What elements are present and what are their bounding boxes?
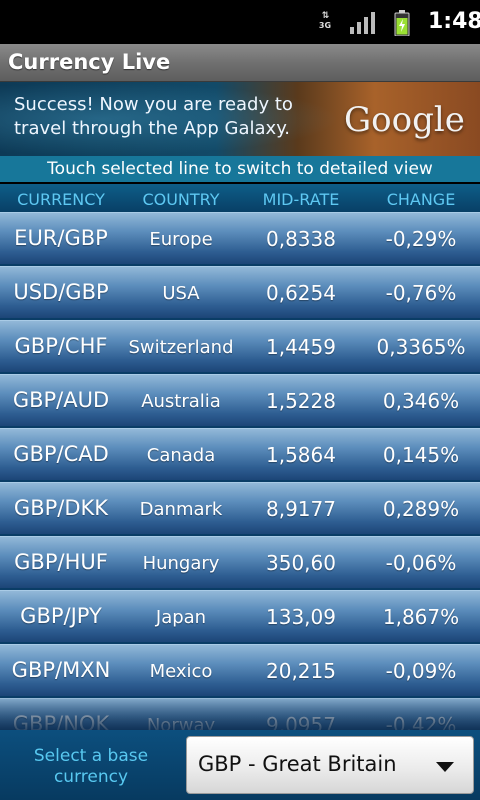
currency-pair: GBP/CAD bbox=[13, 442, 109, 466]
country: Norway bbox=[146, 715, 216, 730]
currency-pair: USD/GBP bbox=[13, 280, 109, 304]
dropdown-arrow-icon bbox=[436, 762, 454, 772]
table-row[interactable]: GBP/CHF Switzerland 1,4459 0,3365% bbox=[0, 320, 480, 372]
table-row[interactable]: EUR/GBP Europe 0,8338 -0,29% bbox=[0, 212, 480, 264]
country: Switzerland bbox=[128, 337, 234, 358]
mid-rate: 133,09 bbox=[266, 605, 336, 629]
clock: 1:48 bbox=[428, 9, 480, 34]
ad-banner[interactable]: Success! Now you are ready to travel thr… bbox=[0, 82, 480, 156]
currency-pair: EUR/GBP bbox=[14, 226, 108, 250]
country: Mexico bbox=[149, 661, 213, 682]
base-currency-select[interactable]: GBP - Great Britain bbox=[186, 736, 474, 794]
google-logo: Google bbox=[344, 100, 465, 140]
table-row[interactable]: GBP/AUD Australia 1,5228 0,346% bbox=[0, 374, 480, 426]
change: -0,09% bbox=[385, 659, 457, 683]
country: Europe bbox=[149, 229, 213, 250]
battery-charging-icon bbox=[394, 10, 410, 36]
change: -0,06% bbox=[385, 551, 457, 575]
mid-rate: 1,4459 bbox=[266, 335, 336, 359]
base-currency-label: Select a base currency bbox=[33, 746, 149, 787]
mid-rate: 0,6254 bbox=[266, 281, 336, 305]
column-header-currency: CURRENCY bbox=[17, 190, 105, 209]
table-row[interactable]: GBP/HUF Hungary 350,60 -0,06% bbox=[0, 536, 480, 588]
column-header-mid-rate: MID-RATE bbox=[262, 190, 340, 209]
table-row[interactable]: USD/GBP USA 0,6254 -0,76% bbox=[0, 266, 480, 318]
mid-rate: 1,5228 bbox=[266, 389, 336, 413]
change: 0,289% bbox=[382, 497, 460, 521]
mid-rate: 20,215 bbox=[266, 659, 336, 683]
change: 1,867% bbox=[382, 605, 460, 629]
currency-pair: GBP/DKK bbox=[13, 496, 109, 520]
currency-list[interactable]: EUR/GBP Europe 0,8338 -0,29% USD/GBP USA… bbox=[0, 212, 480, 730]
country: USA bbox=[162, 283, 200, 304]
table-row[interactable]: GBP/CAD Canada 1,5864 0,145% bbox=[0, 428, 480, 480]
app-title-bar: Currency Live bbox=[0, 44, 480, 82]
change: 0,145% bbox=[382, 443, 460, 467]
table-row[interactable]: GBP/DKK Danmark 8,9177 0,289% bbox=[0, 482, 480, 534]
country: Japan bbox=[155, 607, 207, 628]
change: -0,76% bbox=[385, 281, 457, 305]
currency-pair: GBP/HUF bbox=[14, 550, 108, 574]
base-currency-value: GBP - Great Britain bbox=[198, 752, 397, 776]
currency-pair: GBP/MXN bbox=[11, 658, 111, 682]
country: Hungary bbox=[142, 553, 220, 574]
data-network-icon: ⇅ 3G bbox=[318, 11, 332, 31]
detail-view-hint: Touch selected line to switch to detaile… bbox=[0, 156, 480, 182]
column-header-country: COUNTRY bbox=[142, 190, 220, 209]
mid-rate: 8,9177 bbox=[266, 497, 336, 521]
mid-rate: 1,5864 bbox=[266, 443, 336, 467]
currency-pair: GBP/NOK bbox=[12, 712, 110, 730]
mid-rate: 0,8338 bbox=[266, 227, 336, 251]
column-header-change: CHANGE bbox=[386, 190, 456, 209]
app-title: Currency Live bbox=[8, 50, 171, 74]
change: 0,3365% bbox=[376, 335, 466, 359]
currency-pair: GBP/AUD bbox=[12, 388, 110, 412]
table-row[interactable]: GBP/MXN Mexico 20,215 -0,09% bbox=[0, 644, 480, 696]
country: Danmark bbox=[139, 499, 223, 520]
currency-pair: GBP/CHF bbox=[14, 334, 108, 358]
currency-pair: GBP/JPY bbox=[20, 604, 102, 628]
mid-rate: 350,60 bbox=[266, 551, 336, 575]
change: -0,42% bbox=[385, 713, 457, 730]
base-currency-bar: Select a base currency GBP - Great Brita… bbox=[0, 730, 480, 800]
change: -0,29% bbox=[385, 227, 457, 251]
table-row[interactable]: GBP/NOK Norway 9,0957 -0,42% bbox=[0, 698, 480, 730]
country: Canada bbox=[146, 445, 216, 466]
status-bar: ⇅ 3G 1:48 bbox=[0, 0, 480, 44]
table-header: CURRENCY COUNTRY MID-RATE CHANGE bbox=[0, 184, 480, 212]
mid-rate: 9,0957 bbox=[266, 713, 336, 730]
signal-bars-icon bbox=[350, 12, 375, 34]
ad-banner-text: Success! Now you are ready to travel thr… bbox=[14, 94, 293, 139]
change: 0,346% bbox=[382, 389, 460, 413]
country: Australia bbox=[141, 391, 221, 412]
table-row[interactable]: GBP/JPY Japan 133,09 1,867% bbox=[0, 590, 480, 642]
